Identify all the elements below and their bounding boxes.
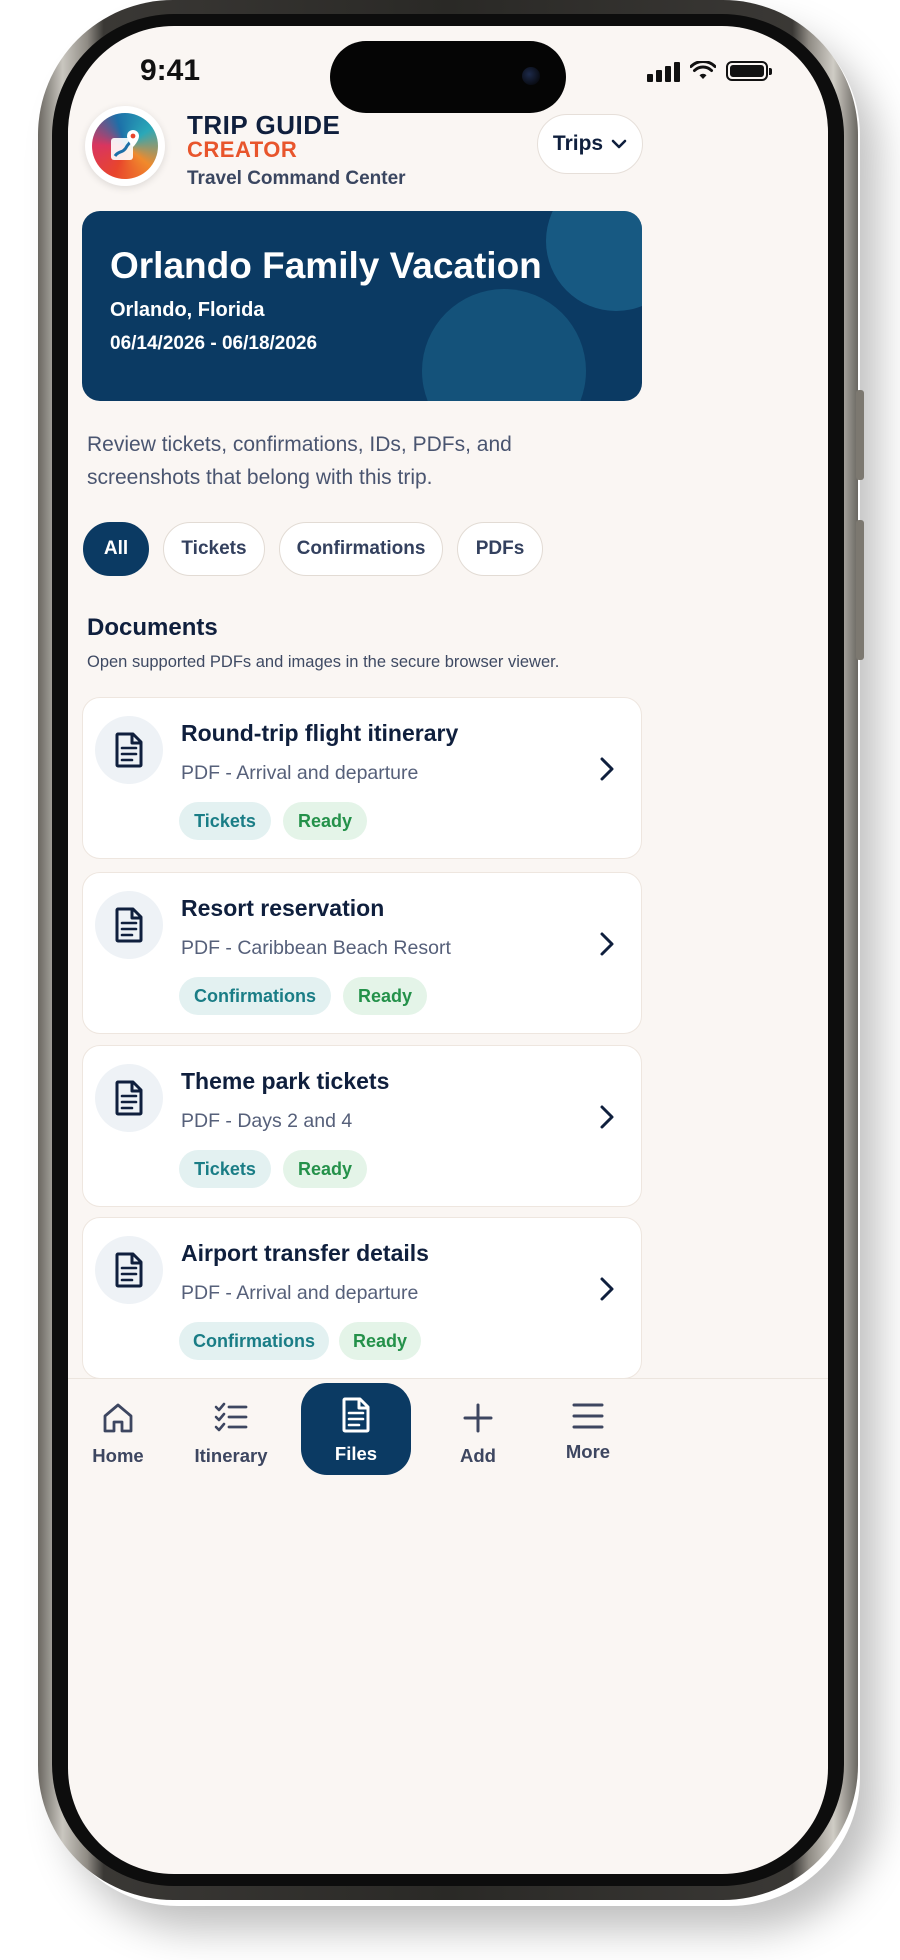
status-badge: Ready — [283, 1150, 367, 1188]
document-subtitle: PDF - Days 2 and 4 — [181, 1110, 353, 1132]
document-title: Round-trip flight itinerary — [181, 720, 459, 746]
category-badge: Confirmations — [179, 1322, 329, 1360]
trip-dates: 06/14/2026 - 06/18/2026 — [110, 333, 318, 354]
documents-heading: Documents — [87, 614, 218, 641]
document-icon — [95, 716, 163, 784]
nav-item-add[interactable]: Add — [423, 1379, 533, 1489]
chevron-right-icon — [600, 757, 614, 781]
nav-label: Itinerary — [194, 1445, 268, 1466]
side-button — [856, 520, 864, 660]
nav-item-itinerary[interactable]: Itinerary — [176, 1379, 286, 1489]
document-card[interactable]: Theme park tickets PDF - Days 2 and 4 Ti… — [82, 1045, 642, 1207]
nav-label: Home — [92, 1445, 144, 1466]
nav-label: Add — [460, 1445, 496, 1466]
chevron-right-icon — [600, 932, 614, 956]
documents-subheading: Open supported PDFs and images in the se… — [87, 653, 560, 671]
nav-label: Files — [334, 1443, 378, 1464]
category-badge: Tickets — [179, 1150, 271, 1188]
checklist-icon — [214, 1402, 248, 1432]
chevron-right-icon — [600, 1105, 614, 1129]
side-button — [856, 390, 864, 480]
document-icon — [95, 1064, 163, 1132]
status-badge: Ready — [283, 802, 367, 840]
bottom-nav: Home Itinerary Files Add More — [68, 1378, 828, 1518]
document-icon — [342, 1397, 370, 1433]
status-badge: Ready — [343, 977, 427, 1015]
filter-chip-label: All — [103, 538, 129, 559]
app-tagline: Travel Command Center — [187, 168, 406, 189]
app-logo — [85, 106, 165, 186]
status-badge: Ready — [339, 1322, 421, 1360]
document-title: Airport transfer details — [181, 1240, 429, 1266]
decorative-circle — [422, 289, 586, 401]
trip-banner: Orlando Family Vacation Orlando, Florida… — [82, 211, 642, 401]
plus-icon — [463, 1403, 493, 1433]
trip-location: Orlando, Florida — [110, 299, 265, 321]
decorative-circle — [546, 211, 642, 311]
screen: 9:41 TRIP GUIDE CREATOR Travel Command C… — [68, 26, 828, 1874]
document-card[interactable]: Round-trip flight itinerary PDF - Arriva… — [82, 697, 642, 859]
intro-text: Review tickets, confirmations, IDs, PDFs… — [87, 433, 512, 489]
document-card[interactable]: Resort reservation PDF - Caribbean Beach… — [82, 872, 642, 1034]
brand-subtitle: CREATOR — [187, 137, 298, 162]
document-title: Resort reservation — [181, 895, 385, 921]
trips-dropdown-button[interactable]: Trips — [537, 114, 643, 174]
nav-item-more[interactable]: More — [533, 1379, 643, 1489]
chevron-right-icon — [600, 1277, 614, 1301]
document-subtitle: PDF - Caribbean Beach Resort — [181, 937, 451, 959]
document-subtitle: PDF - Arrival and departure — [181, 1282, 419, 1304]
document-icon — [95, 1236, 163, 1304]
document-title: Theme park tickets — [181, 1068, 390, 1094]
menu-icon — [572, 1403, 604, 1429]
nav-item-home[interactable]: Home — [68, 1379, 173, 1489]
document-subtitle: PDF - Arrival and departure — [181, 762, 419, 784]
document-card[interactable]: Airport transfer details PDF - Arrival a… — [82, 1217, 642, 1379]
home-icon — [103, 1403, 133, 1433]
category-badge: Tickets — [179, 802, 271, 840]
filter-chip-label: Confirmations — [296, 538, 426, 559]
category-badge: Confirmations — [179, 977, 331, 1015]
filter-chip-label: Tickets — [181, 538, 247, 559]
chevron-down-icon — [611, 139, 627, 149]
nav-label: More — [565, 1441, 611, 1462]
main-column: TRIP GUIDE CREATOR Travel Command Center… — [75, 26, 655, 1874]
trip-title: Orlando Family Vacation — [110, 245, 542, 286]
filter-chip-confirmations[interactable]: Confirmations — [279, 522, 443, 576]
map-pin-icon — [92, 113, 158, 179]
filter-chip-pdfs[interactable]: PDFs — [457, 522, 543, 576]
nav-item-files[interactable]: Files — [301, 1383, 411, 1475]
trips-button-label: Trips — [552, 132, 604, 155]
filter-chip-all[interactable]: All — [83, 522, 149, 576]
filter-chip-tickets[interactable]: Tickets — [163, 522, 265, 576]
filter-chip-label: PDFs — [475, 538, 525, 559]
document-icon — [95, 891, 163, 959]
